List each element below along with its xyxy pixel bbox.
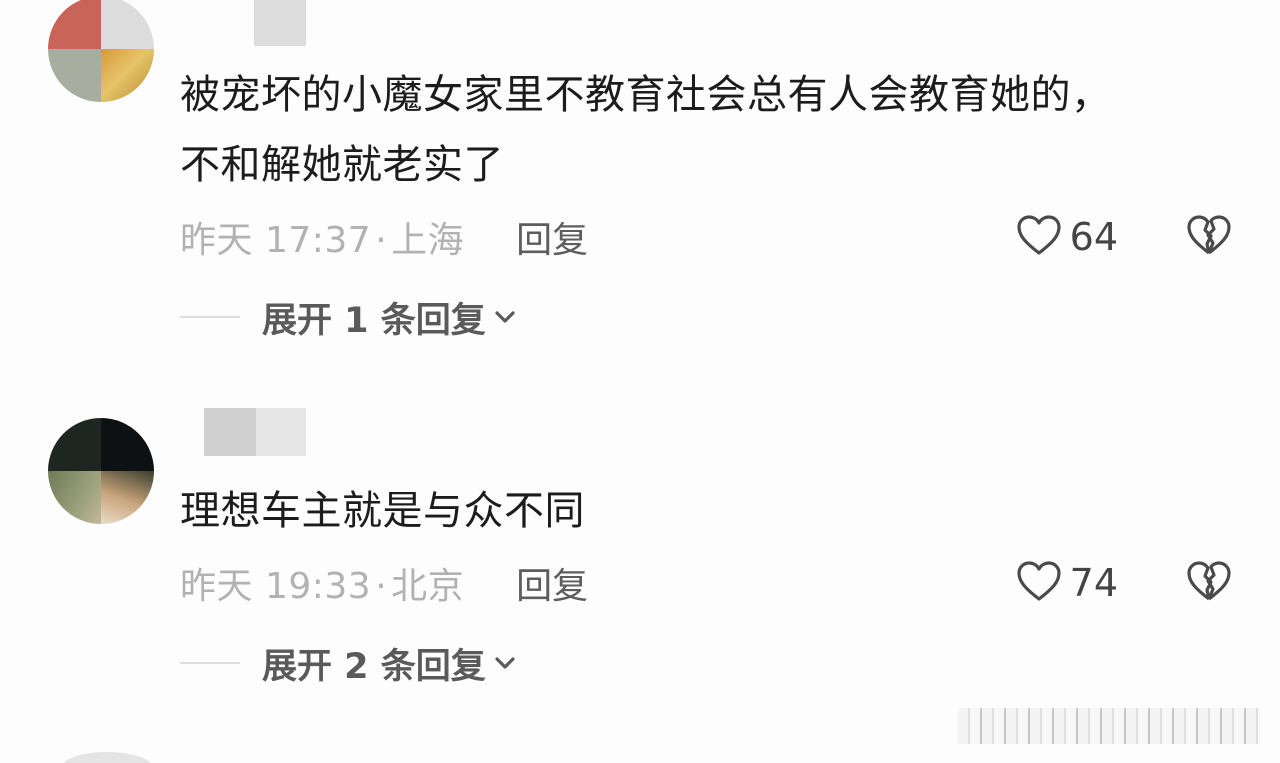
dislike-button[interactable] (1186, 560, 1232, 606)
chevron-down-icon (494, 656, 516, 670)
next-comment-avatar-edge (62, 752, 152, 763)
reply-button[interactable]: 回复 (516, 211, 588, 263)
comment-location: 北京 (391, 566, 465, 607)
broken-heart-icon (1186, 560, 1232, 606)
avatar[interactable] (48, 418, 154, 524)
divider (180, 662, 240, 664)
broken-heart-icon (1186, 214, 1232, 260)
comment-text-line: 被宠坏的小魔女家里不教育社会总有人会教育她的， (180, 72, 1112, 118)
expand-replies: 展开 2 条回复 (180, 638, 516, 688)
comment-location: 上海 (391, 220, 465, 261)
like-count: 74 (1069, 561, 1118, 605)
watermark-strip (958, 708, 1258, 744)
comment-item: 被宠坏的小魔女家里不教育社会总有人会教育她的， 不和解她就老实了 昨天 17:3… (0, 0, 1280, 360)
comment-text: 被宠坏的小魔女家里不教育社会总有人会教育她的， 不和解她就老实了 (180, 60, 1180, 200)
comment-list: 被宠坏的小魔女家里不教育社会总有人会教育她的， 不和解她就老实了 昨天 17:3… (0, 0, 1280, 763)
comment-item: 理想车主就是与众不同 昨天 19:33 · 北京 回复 74 展开 2 条回复 (0, 400, 1280, 700)
avatar[interactable] (48, 0, 154, 102)
chevron-down-icon (494, 310, 516, 324)
comment-text-line: 不和解她就老实了 (180, 142, 504, 188)
expand-replies-button[interactable]: 展开 2 条回复 (262, 638, 516, 689)
like-count: 64 (1069, 215, 1118, 259)
comment-timestamp: 昨天 19:33 · 北京 (180, 566, 465, 607)
dislike-button[interactable] (1186, 214, 1232, 260)
expand-replies: 展开 1 条回复 (180, 292, 516, 342)
comment-meta: 昨天 17:37 · 上海 回复 64 (180, 212, 1232, 262)
comment-timestamp: 昨天 17:37 · 上海 (180, 220, 465, 261)
heart-outline-icon (1016, 214, 1062, 260)
heart-outline-icon (1016, 560, 1062, 606)
divider (180, 316, 240, 318)
like-button[interactable]: 74 (1016, 560, 1118, 606)
comment-text-line: 理想车主就是与众不同 (180, 488, 585, 534)
like-button[interactable]: 64 (1016, 214, 1118, 260)
username-redacted[interactable] (204, 408, 306, 456)
expand-replies-button[interactable]: 展开 1 条回复 (262, 292, 516, 343)
comment-text: 理想车主就是与众不同 (180, 476, 1180, 546)
username-redacted[interactable] (254, 0, 306, 46)
reply-button[interactable]: 回复 (516, 557, 588, 609)
comment-meta: 昨天 19:33 · 北京 回复 74 (180, 558, 1232, 608)
